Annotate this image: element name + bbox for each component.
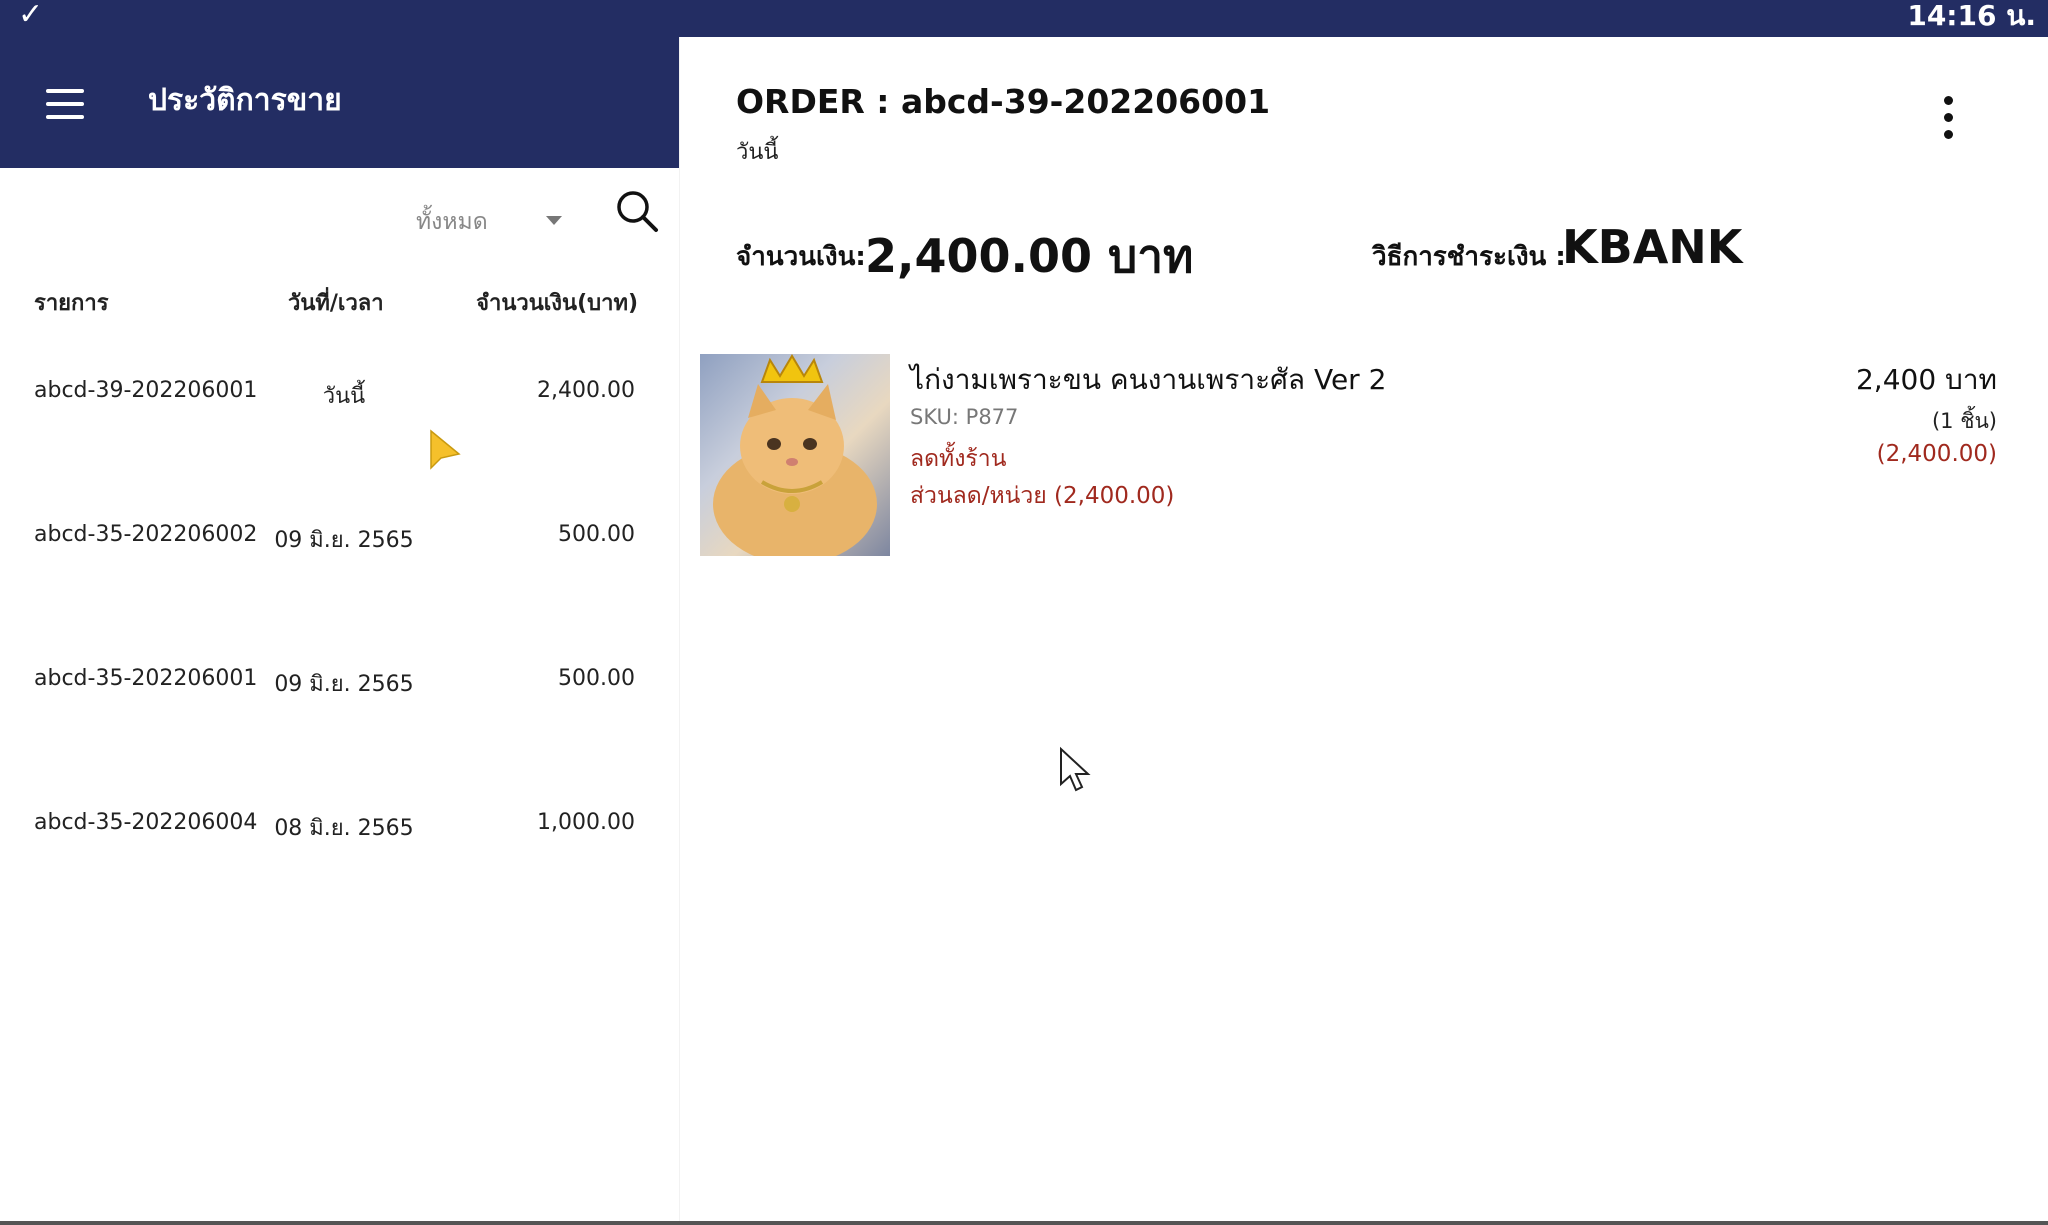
row-date: วันนี้: [322, 384, 366, 409]
row-amount: 1,000.00: [537, 810, 635, 835]
product-discount-unit: ส่วนลด/หน่วย (2,400.00): [910, 483, 1175, 509]
list-row[interactable]: abcd-35-202206002 09 มิ.ย. 2565 500.00: [0, 522, 679, 632]
row-amount: 500.00: [558, 666, 635, 691]
payment-value: KBANK: [1562, 220, 1743, 274]
product-image: [700, 354, 890, 556]
row-item: abcd-35-202206004: [34, 810, 258, 835]
search-button[interactable]: [612, 186, 662, 236]
dropdown-caret-icon: [546, 216, 562, 225]
panel-divider: [679, 37, 680, 1225]
list-header: รายการ วันที่/เวลา จำนวนเงิน(บาท): [0, 285, 679, 325]
cursor-icon: [1058, 746, 1092, 800]
header-amount: จำนวนเงิน(บาท): [476, 291, 638, 316]
row-date: 09 มิ.ย. 2565: [274, 672, 414, 697]
product-discount-label: ลดทั้งร้าน: [910, 446, 1007, 472]
payment-label: วิธีการชำระเงิน :: [1372, 242, 1566, 272]
status-time: 14:16 น.: [1907, 0, 2036, 32]
search-icon: [617, 191, 658, 232]
more-vert-icon[interactable]: [1930, 96, 1966, 152]
product-sku: SKU: P877: [910, 405, 1019, 429]
row-date: 09 มิ.ย. 2565: [274, 528, 414, 553]
filter-dropdown[interactable]: ทั้งหมด: [410, 196, 570, 240]
bottom-border: [0, 1221, 2048, 1225]
list-row[interactable]: abcd-35-202206001 09 มิ.ย. 2565 500.00: [0, 666, 679, 776]
check-icon: ✓: [18, 0, 44, 32]
header-date: วันที่/เวลา: [288, 291, 384, 316]
row-item: abcd-39-202206001: [34, 378, 258, 403]
order-date: วันนี้: [736, 140, 779, 165]
page-title: ประวัติการขาย: [148, 83, 342, 118]
touch-pointer-icon: [428, 428, 462, 478]
row-item: abcd-35-202206002: [34, 522, 258, 547]
status-bar: ✓ 14:16 น.: [0, 0, 2048, 37]
amount-value: 2,400.00 บาท: [865, 229, 1194, 283]
product-name: ไก่งามเพราะขน คนงานเพราะศัล Ver 2: [910, 363, 1387, 396]
filter-value: ทั้งหมด: [416, 209, 488, 235]
product-discount-amount: (2,400.00): [1876, 441, 1997, 467]
row-date: 08 มิ.ย. 2565: [274, 816, 414, 841]
menu-icon[interactable]: [46, 89, 84, 119]
product-price: 2,400 บาท: [1855, 363, 1997, 396]
row-amount: 500.00: [558, 522, 635, 547]
filter-row: ทั้งหมด: [0, 168, 679, 268]
header-item: รายการ: [34, 291, 109, 316]
app-bar: ประวัติการขาย: [0, 37, 679, 168]
amount-label: จำนวนเงิน:: [736, 242, 866, 272]
product-qty: (1 ชิ้น): [1931, 409, 1997, 433]
list-row[interactable]: abcd-39-202206001 วันนี้ 2,400.00: [0, 378, 679, 488]
list-row[interactable]: abcd-35-202206004 08 มิ.ย. 2565 1,000.00: [0, 810, 679, 920]
row-item: abcd-35-202206001: [34, 666, 258, 691]
order-title: ORDER : abcd-39-202206001: [736, 82, 1271, 121]
row-amount: 2,400.00: [537, 378, 635, 403]
